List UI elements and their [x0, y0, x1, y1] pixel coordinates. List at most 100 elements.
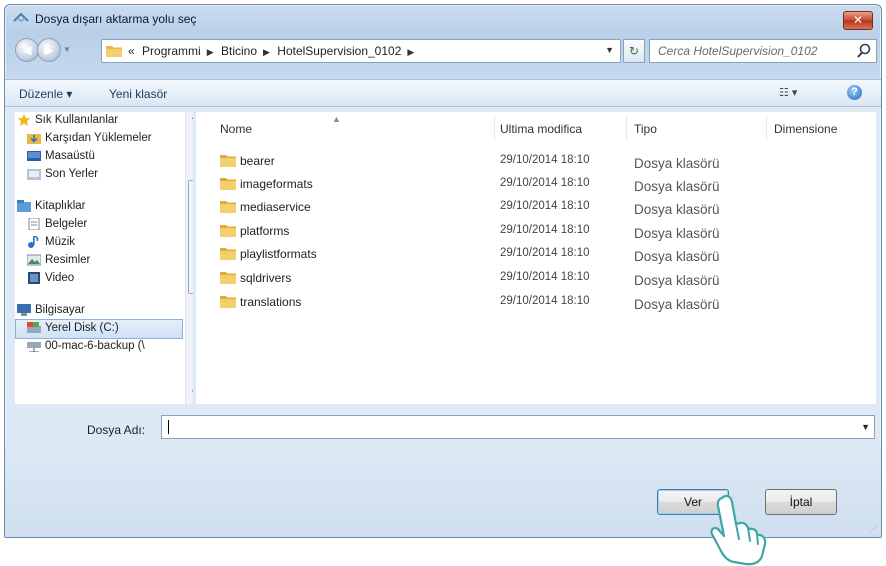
sidebar-item-label: Masaüstü — [45, 150, 95, 162]
file-modified: 29/10/2014 18:10 — [500, 154, 590, 166]
file-name: translations — [240, 295, 302, 309]
window-title: Dosya dışarı aktarma yolu seç — [35, 12, 197, 26]
view-options-icon[interactable]: ☷ ▾ — [779, 86, 797, 99]
folder-icon — [220, 225, 236, 237]
search-placeholder: Cerca HotelSupervision_0102 — [658, 44, 818, 58]
file-row[interactable]: platforms 29/10/2014 18:10 Dosya klasörü — [206, 220, 866, 242]
sidebar-item-label: Karşıdan Yüklemeler — [45, 132, 152, 144]
save-dialog-window: Dosya dışarı aktarma yolu seç ✕ ◀ ▶ ▼ « … — [4, 4, 882, 538]
download-folder-icon — [27, 134, 41, 144]
file-row[interactable]: bearer 29/10/2014 18:10 Dosya klasörü — [206, 150, 866, 172]
network-drive-icon — [27, 342, 41, 352]
refresh-button[interactable]: ↻ — [623, 39, 645, 63]
file-row[interactable]: playlistformats 29/10/2014 18:10 Dosya k… — [206, 243, 866, 265]
documents-icon — [28, 218, 40, 230]
recent-places-icon — [27, 169, 41, 180]
libraries-icon — [17, 200, 31, 212]
back-button[interactable]: ◀ — [15, 38, 39, 62]
sidebar-item-local-disk[interactable]: Yerel Disk (C:) — [15, 319, 183, 339]
folder-icon — [106, 46, 122, 57]
video-icon — [28, 272, 40, 284]
column-header-type[interactable]: Tipo — [634, 122, 657, 136]
column-header-size[interactable]: Dimensione — [774, 122, 837, 136]
navigation-row: ◀ ▶ ▼ « Programmi ▶ Bticino ▶ HotelSupervi… — [5, 35, 881, 65]
file-type: Dosya klasörü — [634, 202, 720, 217]
scroll-up-icon[interactable]: ▲ — [186, 112, 193, 128]
breadcrumb-separator-icon[interactable]: ▶ — [207, 47, 214, 57]
breadcrumb-item[interactable]: HotelSupervision_0102 — [277, 44, 401, 58]
breadcrumb-separator-icon[interactable]: ▶ — [263, 47, 270, 57]
scroll-down-icon[interactable]: ▼ — [186, 388, 193, 404]
sidebar-item-label: Resimler — [45, 254, 91, 266]
file-row[interactable]: imageformats 29/10/2014 18:10 Dosya klas… — [206, 173, 866, 195]
close-button[interactable]: ✕ — [843, 11, 873, 30]
resize-grip-icon[interactable]: ⋰ — [869, 524, 877, 533]
file-row[interactable]: mediaservice 29/10/2014 18:10 Dosya klas… — [206, 196, 866, 218]
folder-icon — [220, 155, 236, 167]
address-bar[interactable]: « Programmi ▶ Bticino ▶ HotelSupervision_0… — [101, 39, 621, 63]
sidebar-item-label: Son Yerler — [45, 168, 99, 180]
file-type: Dosya klasörü — [634, 156, 720, 171]
filename-input[interactable]: ▼ — [161, 415, 875, 439]
sidebar-item-label: Müzik — [45, 236, 76, 248]
sidebar-item-label: 00-mac-6-backup (\ — [45, 340, 145, 352]
hand-pointer-icon — [710, 494, 767, 566]
forward-button[interactable]: ▶ — [37, 38, 61, 62]
drive-icon — [27, 322, 41, 333]
folder-icon — [220, 248, 236, 260]
star-icon — [17, 114, 31, 126]
column-divider[interactable] — [626, 116, 627, 140]
file-list: Nome ▲ Ultima modifica Tipo Dimensione b… — [195, 112, 876, 404]
file-type: Dosya klasörü — [634, 226, 720, 241]
sidebar-item-label: Kitaplıklar — [35, 200, 86, 212]
filename-dropdown-icon[interactable]: ▼ — [861, 422, 870, 432]
help-icon[interactable]: ? — [847, 85, 862, 100]
file-modified: 29/10/2014 18:10 — [500, 295, 590, 307]
column-header-name[interactable]: Nome — [220, 122, 252, 136]
folder-icon — [220, 272, 236, 284]
file-type: Dosya klasörü — [634, 179, 720, 194]
sidebar-item-label: Yerel Disk (C:) — [45, 322, 119, 334]
search-icon[interactable] — [856, 43, 872, 59]
navigation-scrollbar[interactable]: ▲ ▼ — [185, 112, 193, 404]
column-divider[interactable] — [766, 116, 767, 140]
file-name: bearer — [240, 154, 275, 168]
file-modified: 29/10/2014 18:10 — [500, 177, 590, 189]
file-row[interactable]: translations 29/10/2014 18:10 Dosya klas… — [206, 291, 866, 313]
address-dropdown-icon[interactable]: ▼ — [605, 45, 614, 55]
filename-label: Dosya Adı: — [87, 423, 146, 437]
file-modified: 29/10/2014 18:10 — [500, 271, 590, 283]
file-name: platforms — [240, 224, 290, 238]
file-modified: 29/10/2014 18:10 — [500, 200, 590, 212]
breadcrumb-separator-icon[interactable]: ▶ — [407, 47, 414, 57]
column-header-modified[interactable]: Ultima modifica — [500, 122, 582, 136]
file-name: mediaservice — [240, 200, 311, 214]
sidebar-item-label: Video — [45, 272, 75, 284]
file-modified: 29/10/2014 18:10 — [500, 247, 590, 259]
file-row[interactable]: sqldrivers 29/10/2014 18:10 Dosya klasör… — [206, 267, 866, 289]
music-icon — [28, 236, 39, 248]
file-type: Dosya klasörü — [634, 249, 720, 264]
file-name: sqldrivers — [240, 271, 292, 285]
computer-icon — [17, 304, 31, 316]
sidebar-item-label: Belgeler — [45, 218, 88, 230]
new-folder-button[interactable]: Yeni klasör — [109, 87, 167, 101]
file-name: imageformats — [240, 177, 313, 191]
file-name: playlistformats — [240, 247, 317, 261]
file-type: Dosya klasörü — [634, 273, 720, 288]
organize-menu[interactable]: Düzenle ▾ — [19, 87, 72, 101]
scrollbar-thumb[interactable] — [188, 180, 193, 294]
breadcrumb: « Programmi ▶ Bticino ▶ HotelSupervision_0… — [128, 44, 418, 58]
breadcrumb-overflow[interactable]: « — [128, 44, 135, 58]
desktop-icon — [27, 151, 41, 161]
navigation-pane: Sık Kullanılanlar Karşıdan Yüklemeler Ma… — [15, 112, 193, 404]
column-divider[interactable] — [494, 116, 495, 140]
app-icon — [13, 12, 29, 22]
breadcrumb-item[interactable]: Bticino — [221, 44, 257, 58]
breadcrumb-item[interactable]: Programmi — [142, 44, 201, 58]
search-input[interactable]: Cerca HotelSupervision_0102 — [649, 39, 877, 63]
text-caret — [168, 420, 169, 434]
command-bar: Düzenle ▾ Yeni klasör ☷ ▾ ? — [5, 79, 881, 107]
history-dropdown-icon[interactable]: ▼ — [63, 45, 71, 54]
folder-icon — [220, 296, 236, 308]
